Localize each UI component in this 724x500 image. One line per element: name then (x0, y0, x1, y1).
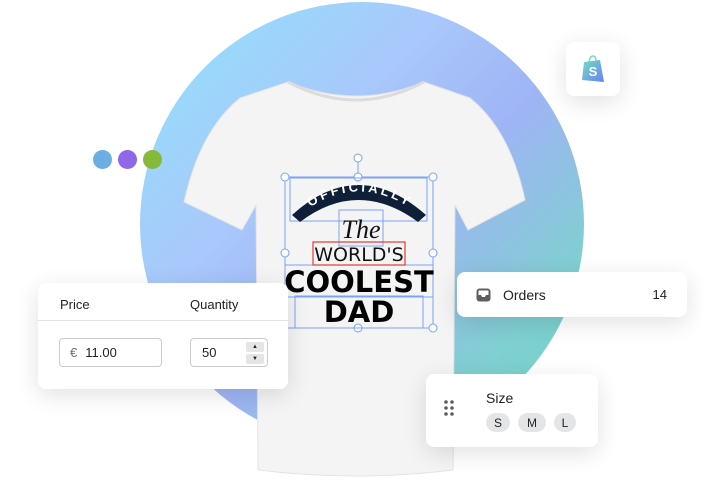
design-text-the[interactable]: The (342, 215, 381, 244)
currency-symbol: € (70, 345, 78, 360)
inbox-icon (476, 288, 491, 301)
design-text-worlds[interactable]: WORLD'S (314, 244, 403, 266)
design-text-dad[interactable]: DAD (324, 295, 395, 329)
size-option-m[interactable]: M (518, 413, 546, 432)
increment-button[interactable]: ▲ (246, 342, 264, 352)
quantity-stepper[interactable]: 50 ▲ ▼ (190, 338, 268, 367)
decrement-button[interactable]: ▼ (246, 354, 264, 364)
price-input[interactable]: € 11.00 (59, 338, 162, 367)
shopify-badge[interactable]: S (566, 42, 620, 96)
dot-blue (93, 150, 112, 169)
shopify-bag-icon: S (582, 55, 604, 82)
divider (38, 320, 288, 321)
quantity-value: 50 (202, 345, 217, 360)
size-label: Size (486, 390, 514, 406)
quantity-label: Quantity (190, 297, 239, 312)
design-text-coolest[interactable]: COOLEST (284, 265, 434, 299)
drag-handle-icon[interactable] (444, 400, 455, 416)
orders-count: 14 (652, 287, 667, 302)
orders-label: Orders (503, 286, 546, 303)
size-option-l[interactable]: L (554, 413, 576, 432)
size-card: Size S M L (426, 374, 598, 447)
orders-card[interactable]: Orders 14 (457, 272, 687, 317)
size-option-s[interactable]: S (486, 413, 510, 432)
svg-text:S: S (589, 64, 598, 79)
dot-purple (118, 150, 137, 169)
dot-green (143, 150, 162, 169)
price-value: 11.00 (85, 345, 117, 360)
price-label: Price (60, 297, 90, 312)
pricing-card: Price Quantity € 11.00 50 ▲ ▼ (38, 283, 288, 389)
